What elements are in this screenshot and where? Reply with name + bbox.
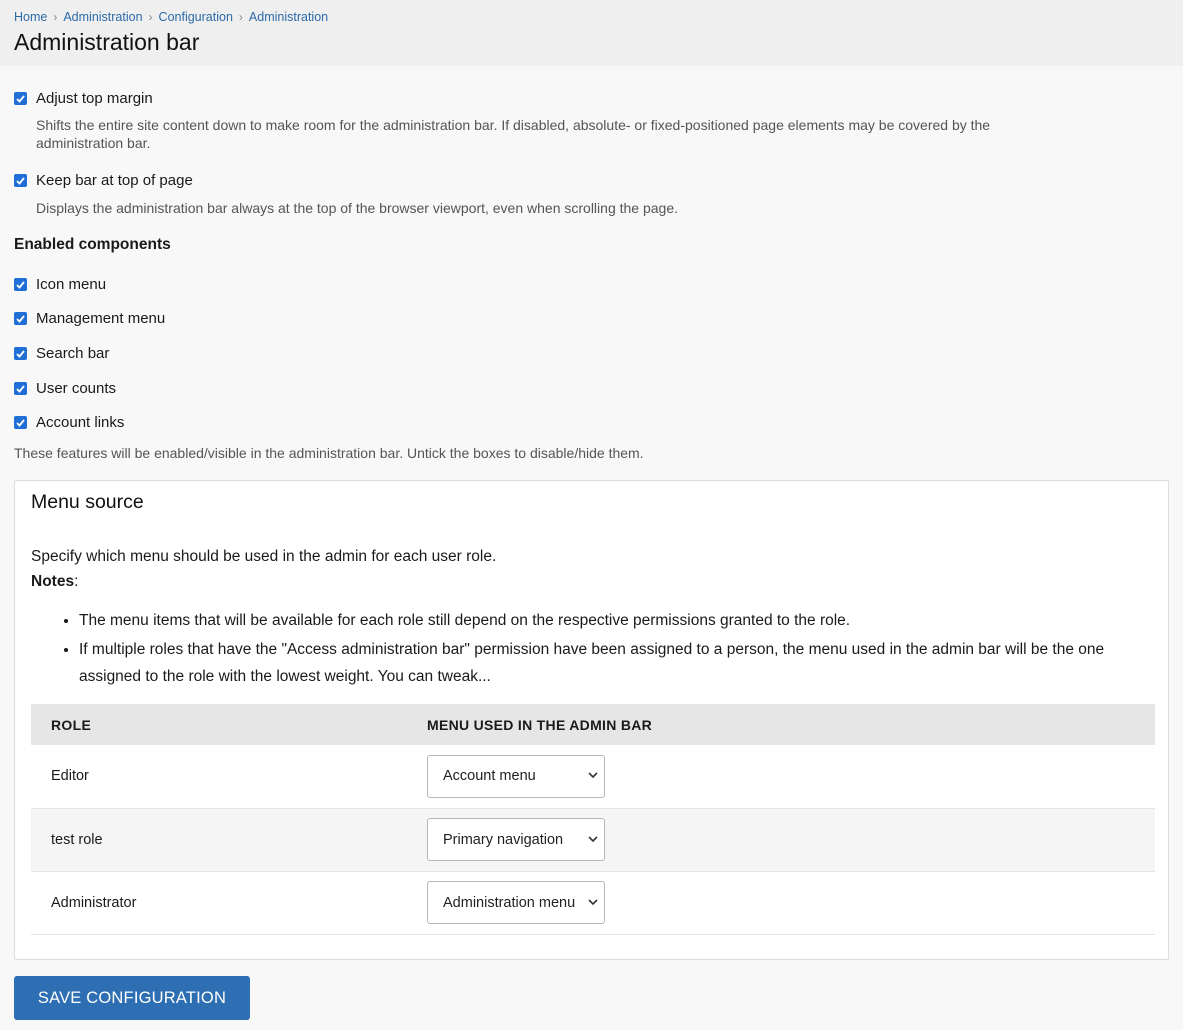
editor-menu-select[interactable]: Account menu bbox=[427, 754, 605, 798]
keep-bar-top-option[interactable]: Keep bar at top of page bbox=[14, 172, 193, 189]
notes-label: Notes bbox=[31, 573, 75, 590]
table-row: test role Primary navigation bbox=[31, 808, 1155, 872]
breadcrumb-configuration[interactable]: Configuration bbox=[159, 10, 233, 24]
menu-cell: Account menu bbox=[407, 745, 1155, 809]
select-value: Primary navigation bbox=[443, 831, 564, 848]
icon-menu-label: Icon menu bbox=[36, 276, 107, 293]
notes-heading: Notes: bbox=[31, 569, 496, 594]
component-account-links[interactable]: Account links bbox=[14, 414, 124, 431]
enabled-components-title: Enabled components bbox=[14, 236, 171, 253]
component-management-menu[interactable]: Management menu bbox=[14, 310, 165, 327]
description-line: administration bar. bbox=[36, 135, 151, 151]
notes-colon: : bbox=[74, 573, 79, 590]
breadcrumb-administration[interactable]: Administration bbox=[63, 10, 142, 24]
component-icon-menu[interactable]: Icon menu bbox=[14, 276, 106, 293]
management-menu-checkbox[interactable] bbox=[14, 312, 27, 325]
adjust-top-margin-option[interactable]: Adjust top margin bbox=[14, 90, 153, 107]
table-header-row: ROLE MENU USED IN THE ADMIN BAR bbox=[31, 704, 1155, 745]
role-cell: Editor bbox=[31, 745, 407, 809]
user-counts-checkbox[interactable] bbox=[14, 382, 27, 395]
role-cell: test role bbox=[31, 808, 407, 872]
account-links-checkbox[interactable] bbox=[14, 416, 27, 429]
page-title: Administration bar bbox=[14, 29, 200, 55]
menu-source-intro: Specify which menu should be used in the… bbox=[31, 544, 496, 594]
keep-bar-top-checkbox[interactable] bbox=[14, 174, 27, 187]
menu-source-fieldset: Menu source Specify which menu should be… bbox=[14, 480, 1169, 960]
breadcrumb: Home › Administration › Configuration › … bbox=[14, 10, 1169, 24]
chevron-right-icon: › bbox=[53, 10, 58, 24]
table-row: Administrator Administration menu bbox=[31, 871, 1155, 935]
keep-bar-top-label: Keep bar at top of page bbox=[36, 172, 193, 189]
search-bar-checkbox[interactable] bbox=[14, 347, 27, 360]
role-cell: Administrator bbox=[31, 871, 407, 935]
page-header: Home › Administration › Configuration › … bbox=[0, 0, 1183, 66]
test-role-menu-select[interactable]: Primary navigation bbox=[427, 818, 605, 861]
component-user-counts[interactable]: User counts bbox=[14, 380, 116, 397]
menu-source-legend: Menu source bbox=[31, 491, 144, 513]
breadcrumb-administration-2[interactable]: Administration bbox=[249, 10, 328, 24]
keep-bar-top-description: Displays the administration bar always a… bbox=[36, 200, 679, 216]
description-line: Shifts the entire site content down to m… bbox=[36, 117, 991, 133]
breadcrumb-home[interactable]: Home bbox=[14, 10, 47, 24]
role-menu-table: ROLE MENU USED IN THE ADMIN BAR Editor A… bbox=[31, 704, 1155, 935]
administrator-menu-select[interactable]: Administration menu bbox=[427, 881, 605, 924]
adjust-top-margin-label: Adjust top margin bbox=[36, 90, 153, 107]
list-item: The menu items that will be available fo… bbox=[79, 607, 1151, 634]
user-counts-label: User counts bbox=[36, 380, 117, 397]
menu-cell: Primary navigation bbox=[407, 808, 1155, 872]
chevron-down-icon bbox=[588, 770, 598, 782]
chevron-right-icon: › bbox=[238, 10, 243, 24]
adjust-top-margin-description: Shifts the entire site content down to m… bbox=[36, 116, 1183, 152]
intro-text: Specify which menu should be used in the… bbox=[31, 548, 497, 565]
table-row: Editor Account menu bbox=[31, 745, 1155, 809]
menu-cell: Administration menu bbox=[407, 871, 1155, 935]
notes-list: The menu items that will be available fo… bbox=[31, 607, 1151, 692]
chevron-down-icon bbox=[588, 897, 598, 909]
account-links-label: Account links bbox=[36, 414, 125, 431]
enabled-components-help: These features will be enabled/visible i… bbox=[14, 445, 644, 461]
role-column-header: ROLE bbox=[31, 704, 407, 745]
save-configuration-button[interactable]: SAVE CONFIGURATION bbox=[14, 976, 250, 1020]
icon-menu-checkbox[interactable] bbox=[14, 278, 27, 291]
chevron-down-icon bbox=[588, 834, 598, 846]
management-menu-label: Management menu bbox=[36, 310, 166, 327]
component-search-bar[interactable]: Search bar bbox=[14, 345, 109, 362]
chevron-right-icon: › bbox=[148, 10, 153, 24]
list-item: If multiple roles that have the "Access … bbox=[79, 636, 1151, 690]
select-value: Administration menu bbox=[443, 894, 576, 911]
menu-column-header: MENU USED IN THE ADMIN BAR bbox=[407, 704, 1155, 745]
adjust-top-margin-checkbox[interactable] bbox=[14, 92, 27, 105]
select-value: Account menu bbox=[443, 768, 536, 785]
search-bar-label: Search bar bbox=[36, 345, 110, 362]
